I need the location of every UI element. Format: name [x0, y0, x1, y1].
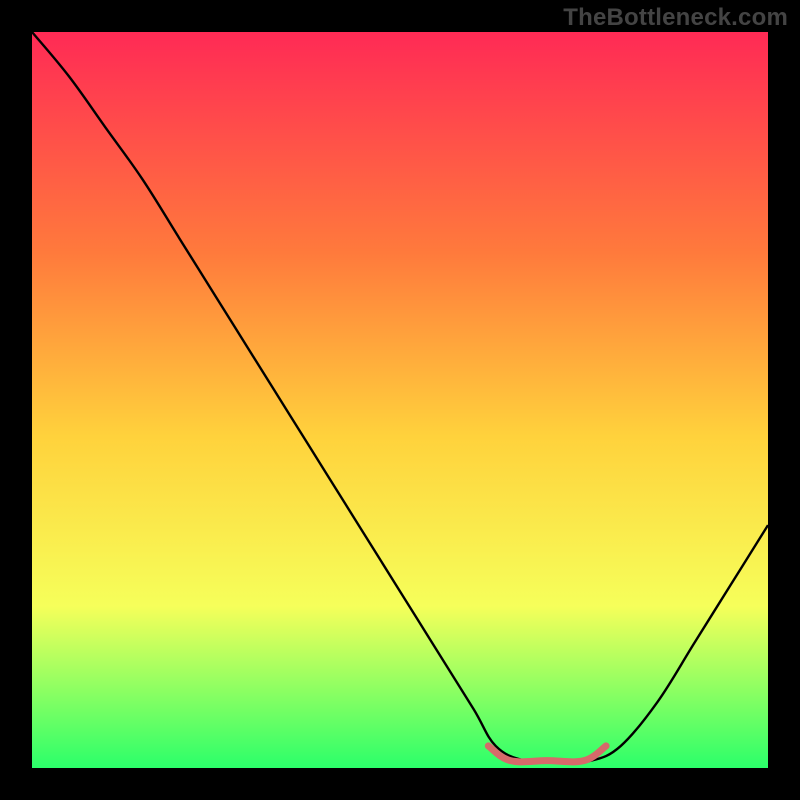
bottleneck-curve-chart: [0, 0, 800, 800]
plot-area: [32, 32, 768, 768]
watermark-text: TheBottleneck.com: [563, 4, 788, 32]
chart-stage: TheBottleneck.com: [0, 0, 800, 800]
